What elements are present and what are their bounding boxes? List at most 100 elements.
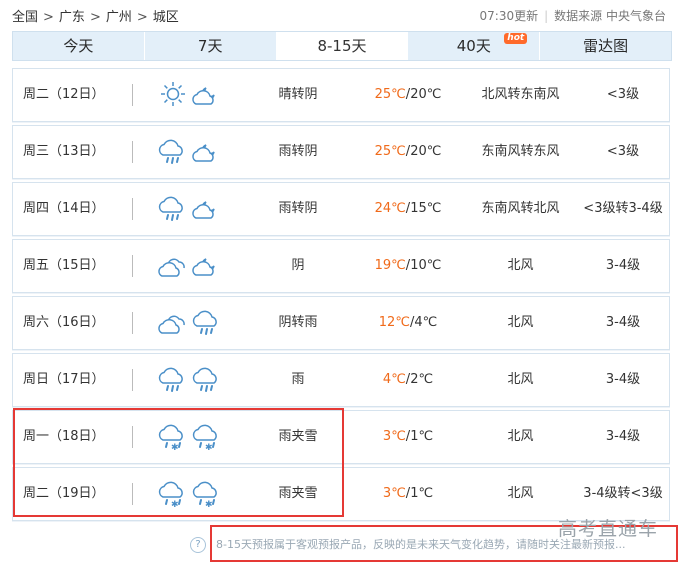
temperature: 12℃/4℃ xyxy=(358,297,458,349)
wind-level: 3-4级 xyxy=(605,429,641,444)
low-temp: 15℃ xyxy=(410,201,442,216)
wind-direction: 北风 xyxy=(507,372,534,387)
tab-7day[interactable]: 7天 xyxy=(144,32,277,60)
condition-text: 雨转阴 xyxy=(278,201,318,216)
breadcrumb-sep: > xyxy=(136,10,148,25)
day-label: 周一（18日） xyxy=(23,429,105,444)
temperature: 24℃/15℃ xyxy=(358,183,458,235)
temperature: 4℃/2℃ xyxy=(358,354,458,406)
low-temp: 2℃ xyxy=(410,372,434,387)
condition-text: 雨 xyxy=(291,372,305,387)
wind-level: 3-4级转<3级 xyxy=(583,486,663,501)
wind-level: <3级转3-4级 xyxy=(583,201,663,216)
low-temp: 20℃ xyxy=(410,87,442,102)
breadcrumb-item[interactable]: 广东 xyxy=(59,10,85,25)
svg-text:✱: ✱ xyxy=(205,443,213,452)
condition-text: 阴转雨 xyxy=(278,315,318,330)
weather-icons xyxy=(158,354,238,406)
wind-direction: 北风转东南风 xyxy=(481,87,560,102)
hot-badge: hot xyxy=(504,33,528,44)
wind-direction: 东南风转东风 xyxy=(481,144,560,159)
forecast-row: 周日（17日） 雨 4℃/2℃ 北风 3-4级 xyxy=(12,353,670,407)
divider xyxy=(132,198,133,220)
update-info: 07:30更新 | 数据来源 中央气象台 xyxy=(479,9,666,23)
help-icon[interactable]: ? xyxy=(190,537,206,553)
forecast-row: 周一（18日） ✱ ✱ 雨夹雪 3℃/1℃ 北风 3-4级 xyxy=(12,410,670,464)
forecast-row: 周二（12日） 晴转阴 25℃/20℃ 北风转东南风 <3级 xyxy=(12,68,670,122)
day-label: 周五（15日） xyxy=(23,258,105,273)
day-label: 周日（17日） xyxy=(23,372,105,387)
wind-direction: 北风 xyxy=(507,486,534,501)
temperature: 3℃/1℃ xyxy=(358,411,458,463)
forecast-row: 周二（19日） ✱ ✱ 雨夹雪 3℃/1℃ 北风 3-4级转<3级 xyxy=(12,467,670,521)
condition-text: 晴转阴 xyxy=(278,87,318,102)
tab-label: 7天 xyxy=(197,37,223,55)
divider xyxy=(132,483,133,505)
forecast-tabs: 今天 7天 8-15天 40天 hot 雷达图 xyxy=(12,31,672,61)
low-temp: 10℃ xyxy=(410,258,442,273)
day-label: 周二（12日） xyxy=(23,87,105,102)
temperature: 19℃/10℃ xyxy=(358,240,458,292)
wind-direction: 北风 xyxy=(507,315,534,330)
day-label: 周三（13日） xyxy=(23,144,105,159)
svg-text:✱: ✱ xyxy=(171,500,179,509)
tab-today[interactable]: 今天 xyxy=(13,32,145,60)
tab-label: 40天 xyxy=(456,37,491,55)
wind-level: 3-4级 xyxy=(605,258,641,273)
high-temp: 24℃ xyxy=(374,201,406,216)
high-temp: 3℃ xyxy=(382,429,406,444)
high-temp: 4℃ xyxy=(382,372,406,387)
tab-label: 雷达图 xyxy=(583,37,629,55)
tab-8-15day[interactable]: 8-15天 xyxy=(276,32,409,60)
low-temp: 4℃ xyxy=(414,315,438,330)
day-label: 周二（19日） xyxy=(23,486,105,501)
wind-level: <3级 xyxy=(606,144,640,159)
tab-label: 今天 xyxy=(63,37,94,55)
high-temp: 19℃ xyxy=(374,258,406,273)
high-temp: 3℃ xyxy=(382,486,406,501)
temperature: 25℃/20℃ xyxy=(358,126,458,178)
weather-icons xyxy=(158,183,238,235)
breadcrumb-sep: > xyxy=(43,10,54,25)
day-label: 周四（14日） xyxy=(23,201,105,216)
high-temp: 25℃ xyxy=(374,144,406,159)
divider xyxy=(132,141,133,163)
wind-level: 3-4级 xyxy=(605,315,641,330)
condition-text: 雨转阴 xyxy=(278,144,318,159)
forecast-row: 周三（13日） 雨转阴 25℃/20℃ 东南风转东风 <3级 xyxy=(12,125,670,179)
weather-icons: ✱ ✱ xyxy=(158,411,238,463)
weather-icons xyxy=(158,297,238,349)
weather-icons: ✱ ✱ xyxy=(158,468,238,520)
breadcrumb-item[interactable]: 全国 xyxy=(12,10,38,25)
condition-text: 雨夹雪 xyxy=(278,429,318,444)
forecast-row: 周六（16日） 阴转雨 12℃/4℃ 北风 3-4级 xyxy=(12,296,670,350)
data-source: 数据来源 中央气象台 xyxy=(554,9,666,23)
breadcrumb-item: 城区 xyxy=(152,10,179,25)
low-temp: 1℃ xyxy=(410,429,434,444)
tab-label: 8-15天 xyxy=(317,37,367,55)
tab-40day[interactable]: 40天 hot xyxy=(408,32,541,60)
temperature: 3℃/1℃ xyxy=(358,468,458,520)
day-label: 周六（16日） xyxy=(23,315,105,330)
weather-icons xyxy=(158,126,238,178)
wind-direction: 北风 xyxy=(507,258,534,273)
divider xyxy=(132,426,133,448)
condition-text: 阴 xyxy=(291,258,305,273)
tab-radar[interactable]: 雷达图 xyxy=(540,32,671,60)
svg-text:✱: ✱ xyxy=(205,500,213,509)
divider xyxy=(132,255,133,277)
low-temp: 20℃ xyxy=(410,144,442,159)
condition-text: 雨夹雪 xyxy=(278,486,318,501)
breadcrumb: 全国 > 广东 > 广州 > 城区 xyxy=(12,6,179,25)
note-text: 8-15天预报属于客观预报产品，反映的是未来天气变化趋势，请随时关注最新预报..… xyxy=(216,538,626,551)
breadcrumb-sep: > xyxy=(89,10,101,25)
breadcrumb-item[interactable]: 广州 xyxy=(106,10,132,25)
temperature: 25℃/20℃ xyxy=(358,69,458,121)
divider xyxy=(132,84,133,106)
weather-icons xyxy=(158,69,238,121)
update-time: 07:30更新 xyxy=(479,9,539,23)
forecast-row: 周四（14日） 雨转阴 24℃/15℃ 东南风转北风 <3级转3-4级 xyxy=(12,182,670,236)
forecast-note: ? 8-15天预报属于客观预报产品，反映的是未来天气变化趋势，请随时关注最新预报.… xyxy=(190,536,625,553)
wind-direction: 北风 xyxy=(507,429,534,444)
divider xyxy=(132,312,133,334)
